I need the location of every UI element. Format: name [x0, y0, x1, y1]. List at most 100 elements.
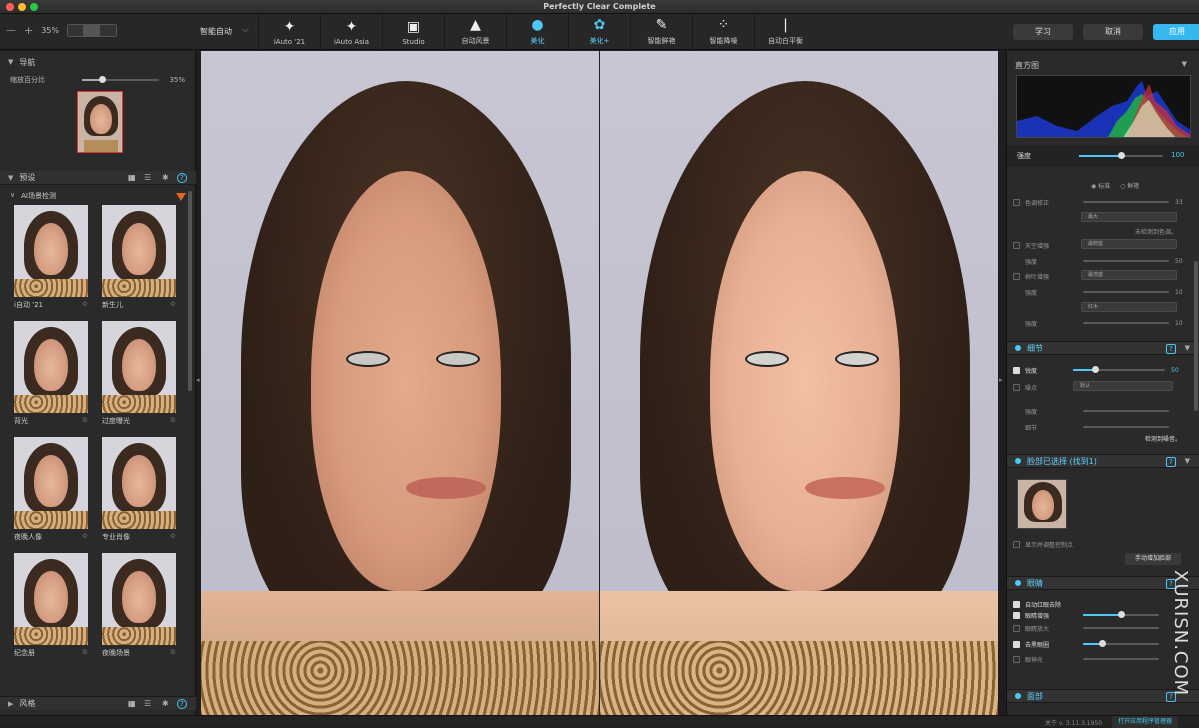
sky-checkbox[interactable] [1013, 242, 1020, 249]
navigator-thumbnail[interactable] [77, 91, 123, 153]
learn-button[interactable]: 学习 [1013, 24, 1073, 40]
image-canvas[interactable] [201, 51, 998, 715]
sharpen-slider-knob[interactable] [1092, 366, 1100, 373]
color-fix-checkbox[interactable] [1013, 199, 1020, 206]
zoom-out-button[interactable]: — [6, 25, 16, 36]
collapse-icon[interactable]: ▼ [1182, 60, 1187, 68]
preset-thumbnail[interactable] [102, 205, 176, 297]
star-icon[interactable]: ☆ [170, 532, 176, 542]
tool-button[interactable]: ▲ 自动风景 [444, 14, 506, 50]
preset-item[interactable]: 过度曝光 ☆ [102, 321, 176, 425]
detail-section-header[interactable]: 细节 ? ▼ [1007, 341, 1199, 355]
presets-header[interactable]: ▼ 预设 ▦ ☰ ✱ ? [0, 171, 196, 185]
minimize-icon[interactable] [18, 3, 26, 11]
view-mode-toggle[interactable] [67, 24, 117, 37]
preset-thumbnail[interactable] [102, 553, 176, 645]
eye-option-checkbox[interactable] [1013, 625, 1020, 632]
preset-item[interactable]: 纪念册 ☆ [14, 553, 88, 657]
star-icon[interactable]: ☆ [82, 532, 88, 542]
noise-select[interactable]: 默认 [1073, 381, 1173, 391]
tool-button[interactable]: ✿ 美化+ [568, 14, 630, 50]
apply-button[interactable]: 应用 [1153, 24, 1199, 40]
navigator-header[interactable]: ▼ 导航 [0, 55, 195, 69]
eye-option-slider[interactable] [1083, 658, 1159, 660]
close-icon[interactable] [6, 3, 14, 11]
sharpen-checkbox[interactable] [1013, 367, 1020, 374]
eye-option-slider[interactable] [1083, 627, 1159, 629]
noise-strength-slider[interactable] [1083, 410, 1169, 412]
window-controls[interactable] [6, 3, 38, 11]
eyes-toggle-icon[interactable] [1015, 580, 1021, 586]
preset-item[interactable]: 夜晚场景 ☆ [102, 553, 176, 657]
help-icon[interactable]: ? [1166, 344, 1176, 354]
preset-item[interactable]: i自动 '21 ☆ [14, 205, 88, 309]
zoom-slider[interactable] [81, 76, 160, 83]
styles-header[interactable]: ▶ 风格 ▦ ☰ ✱ ? [0, 696, 196, 710]
gear-icon[interactable]: ✱ [162, 173, 169, 182]
color-mode-select[interactable]: 最大 [1081, 212, 1177, 222]
preset-thumbnail[interactable] [14, 321, 88, 413]
tool-button[interactable]: ▣ Studio [382, 14, 444, 50]
zoom-slider-knob[interactable] [98, 76, 106, 83]
preset-item[interactable]: 专业肖像 ☆ [102, 437, 176, 541]
view-side-icon[interactable] [100, 25, 116, 36]
radio-standard[interactable]: ◉ 标准 [1091, 181, 1110, 190]
collapse-icon[interactable]: ▼ [1185, 344, 1190, 352]
foliage-checkbox[interactable] [1013, 273, 1020, 280]
eye-option-checkbox[interactable] [1013, 601, 1020, 608]
cancel-button[interactable]: 取消 [1083, 24, 1143, 40]
right-scrollbar[interactable] [1194, 261, 1198, 411]
face-thumbnail[interactable] [1017, 479, 1067, 529]
star-icon[interactable]: ☆ [170, 300, 176, 310]
detail-toggle-icon[interactable] [1015, 345, 1021, 351]
noise-checkbox[interactable] [1013, 384, 1020, 391]
zoom-in-button[interactable]: + [24, 24, 33, 37]
maximize-icon[interactable] [30, 3, 38, 11]
view-single-icon[interactable] [68, 25, 84, 36]
foliage-slider-2[interactable] [1083, 322, 1169, 324]
preset-item[interactable]: 背光 ☆ [14, 321, 88, 425]
collapse-right-icon[interactable]: ▸ [999, 376, 1003, 384]
sky-slider[interactable] [1083, 260, 1169, 262]
foliage-color-select[interactable]: 红木 [1081, 302, 1177, 312]
face-adjust-toggle-icon[interactable] [1015, 693, 1021, 699]
preset-item[interactable]: 夜晚人像 ☆ [14, 437, 88, 541]
view-split-icon[interactable] [84, 25, 100, 36]
noise-detail-slider[interactable] [1083, 426, 1169, 428]
eye-option-checkbox[interactable] [1013, 612, 1020, 619]
eye-option-slider[interactable] [1083, 611, 1159, 618]
face-toggle-icon[interactable] [1015, 458, 1021, 464]
collapse-left-icon[interactable]: ◂ [196, 376, 200, 384]
star-icon[interactable]: ☆ [82, 300, 88, 310]
preset-thumbnail[interactable] [14, 205, 88, 297]
strength-slider[interactable] [1079, 152, 1163, 159]
grid-view-icon[interactable]: ▦ [128, 699, 136, 708]
list-view-icon[interactable]: ☰ [144, 173, 151, 182]
grid-view-icon[interactable]: ▦ [128, 173, 136, 182]
help-icon[interactable]: ? [177, 172, 187, 183]
face-section-header[interactable]: 脸部已选择 (找到1) ? ▼ [1007, 454, 1199, 468]
preset-dropdown[interactable]: 智能自动 ⌵ [200, 25, 249, 37]
star-icon[interactable]: ☆ [170, 648, 176, 658]
tool-button[interactable]: ⁘ 智能降噪 [692, 14, 754, 50]
foliage-select[interactable]: 最茂盛 [1081, 270, 1177, 280]
preset-thumbnail[interactable] [102, 321, 176, 413]
radio-vivid[interactable]: ○ 鲜艳 [1120, 181, 1139, 190]
tool-button[interactable]: ✦ iAuto '21 [258, 14, 320, 50]
collapse-icon[interactable]: ▼ [1185, 457, 1190, 465]
strength-slider-knob[interactable] [1118, 152, 1125, 159]
tool-button[interactable]: ✎ 智能鲜艳 [630, 14, 692, 50]
vivid-radio-group[interactable]: ◉ 标准 ○ 鲜艳 [1091, 181, 1139, 190]
ai-scene-group[interactable]: ∨ AI场景检测 [10, 191, 56, 201]
tool-button[interactable]: ● 美化 [506, 14, 568, 50]
star-icon[interactable]: ☆ [82, 648, 88, 658]
preset-thumbnail[interactable] [14, 437, 88, 529]
preset-thumbnail[interactable] [102, 437, 176, 529]
preset-item[interactable]: 新生儿 ☆ [102, 205, 176, 309]
show-face-checkbox[interactable] [1013, 541, 1020, 548]
eye-option-checkbox[interactable] [1013, 656, 1020, 663]
foliage-slider[interactable] [1083, 291, 1169, 293]
add-face-button[interactable]: 手动增加脸部 [1125, 553, 1181, 565]
presets-scrollbar[interactable] [188, 191, 192, 391]
list-view-icon[interactable]: ☰ [144, 699, 151, 708]
